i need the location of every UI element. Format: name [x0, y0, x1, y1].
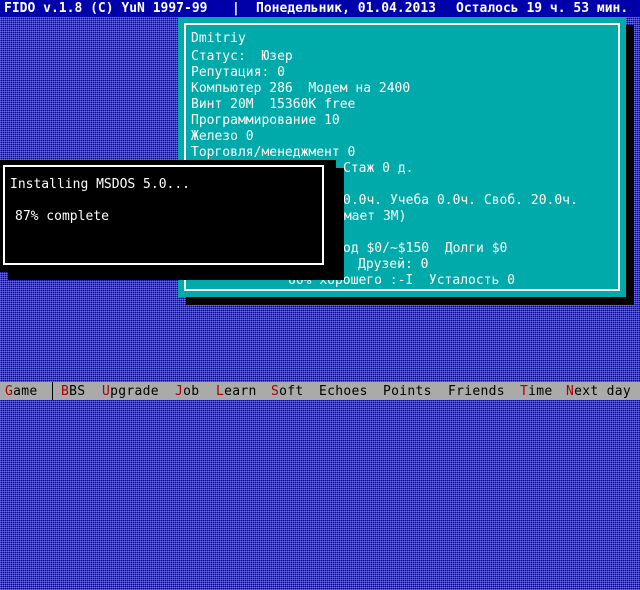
- modem-value: 2400: [378, 81, 411, 96]
- menu-item-label: ime: [528, 384, 553, 399]
- computer-label: Компьютер: [191, 81, 262, 96]
- debts-label: Долги: [444, 241, 484, 256]
- friends-value: 0: [420, 257, 429, 272]
- menu-hotkey: G: [5, 384, 14, 399]
- friends-label: Друзей:: [358, 257, 413, 272]
- menu-item-label: BS: [69, 384, 86, 399]
- menu-hotkey: U: [102, 384, 111, 399]
- fatigue-value: 0: [507, 273, 515, 288]
- trade-label: Торговля/менеджмент: [191, 145, 340, 160]
- menu-item-label: choes: [327, 384, 368, 399]
- time-allocation-row: 0.0ч. Учеба 0.0ч. Своб. 20.0ч.: [343, 193, 578, 209]
- computer-row: Компьютер 286 Модем на 2400: [191, 81, 410, 97]
- menu-bar: Game BBS Upgrade Job Learn Soft Echoes P…: [0, 382, 640, 400]
- occupies-row: имает 3М): [336, 209, 407, 224]
- programming-value: 10: [324, 113, 340, 128]
- tenure-label: Стаж: [343, 161, 375, 176]
- menu-hotkey: J: [175, 384, 184, 399]
- reputation-row: Репутация: 0: [191, 65, 285, 81]
- hdd-free: 15360K free: [269, 97, 356, 112]
- menu-item-label: oft: [279, 384, 304, 399]
- menu-item-label: ame: [13, 384, 38, 399]
- income-value: од $0/~$150: [343, 241, 430, 256]
- computer-value: 286: [269, 81, 293, 96]
- fatigue-label: Усталость: [428, 273, 500, 288]
- menu-item-soft[interactable]: Soft: [271, 384, 304, 400]
- trade-row: Торговля/менеджмент 0: [191, 145, 355, 161]
- menu-hotkey: T: [520, 384, 529, 399]
- menu-item-label: riends: [456, 384, 505, 399]
- status-row: Статус: Юзер: [191, 49, 293, 65]
- reputation-value: 0: [277, 65, 285, 80]
- free-value: 20.0ч.: [530, 193, 578, 208]
- title-separator: |: [232, 1, 240, 16]
- tenure-row: Стаж 0 д.: [343, 161, 413, 177]
- menu-hotkey: P: [383, 384, 392, 399]
- hdd-row: Винт 20M 15360K free: [191, 97, 355, 113]
- menu-item-game[interactable]: Game: [5, 384, 38, 400]
- menu-hotkey: L: [216, 384, 225, 399]
- programming-label: Программирование: [191, 113, 317, 128]
- menu-item-label: pgrade: [110, 384, 159, 399]
- study-label: Учеба: [389, 193, 430, 208]
- debts-value: $0: [491, 241, 508, 256]
- menu-item-friends[interactable]: Friends: [448, 384, 505, 400]
- menu-item-label: earn: [224, 384, 257, 399]
- work-time-value: 0.0ч.: [343, 193, 383, 208]
- menu-item-learn[interactable]: Learn: [216, 384, 257, 400]
- menu-item-label: ob: [183, 384, 200, 399]
- programming-row: Программирование 10: [191, 113, 340, 129]
- current-date: Понедельник, 01.04.2013: [256, 1, 437, 16]
- status-label: Статус:: [191, 49, 246, 64]
- menu-item-bbs[interactable]: BBS: [61, 384, 85, 400]
- finance-row: од $0/~$150 Долги $0: [343, 241, 507, 257]
- progress-text: 87% complete: [15, 209, 109, 224]
- menu-item-next-day[interactable]: Next day: [566, 384, 631, 400]
- dialog-title: Installing MSDOS 5.0...: [10, 177, 191, 192]
- menu-hotkey: B: [61, 384, 70, 399]
- status-value: Юзер: [261, 49, 293, 64]
- menu-item-job[interactable]: Job: [175, 384, 199, 400]
- menu-item-echoes[interactable]: Echoes: [319, 384, 368, 400]
- time-remaining: Осталось 19 ч. 53 мин.: [456, 1, 629, 16]
- hdd-label: Винт: [191, 97, 223, 112]
- reputation-label: Репутация:: [191, 65, 270, 80]
- study-value: 0.0ч.: [436, 193, 477, 208]
- menu-hotkey: E: [319, 384, 328, 399]
- menu-item-time[interactable]: Time: [520, 384, 553, 400]
- friends-row: Друзей: 0: [358, 257, 428, 273]
- install-dialog: Installing MSDOS 5.0... 87% complete: [0, 160, 336, 272]
- free-label: Своб.: [483, 193, 524, 208]
- trade-value: 0: [347, 145, 356, 160]
- menu-item-label: ext day: [574, 384, 632, 399]
- hdd-size: 20M: [230, 97, 254, 112]
- title-bar: FIDO v.1.8 (C) YuN 1997-99 | Понедельник…: [0, 0, 640, 17]
- hardware-row: Железо 0: [191, 129, 254, 145]
- menu-hotkey: S: [271, 384, 280, 399]
- app-title: FIDO v.1.8 (C) YuN 1997-99: [4, 1, 208, 16]
- hardware-label: Железо: [191, 129, 238, 144]
- menu-item-points[interactable]: Points: [383, 384, 432, 400]
- menu-hotkey: F: [448, 384, 457, 399]
- menu-item-upgrade[interactable]: Upgrade: [102, 384, 159, 400]
- player-name: Dmitriy: [191, 31, 246, 46]
- hardware-value: 0: [245, 129, 254, 144]
- tenure-value: 0 д.: [382, 161, 414, 176]
- modem-label: Модем на: [308, 81, 372, 96]
- menu-separator: [52, 382, 53, 400]
- menu-hotkey: N: [566, 384, 575, 399]
- menu-item-label: oints: [391, 384, 432, 399]
